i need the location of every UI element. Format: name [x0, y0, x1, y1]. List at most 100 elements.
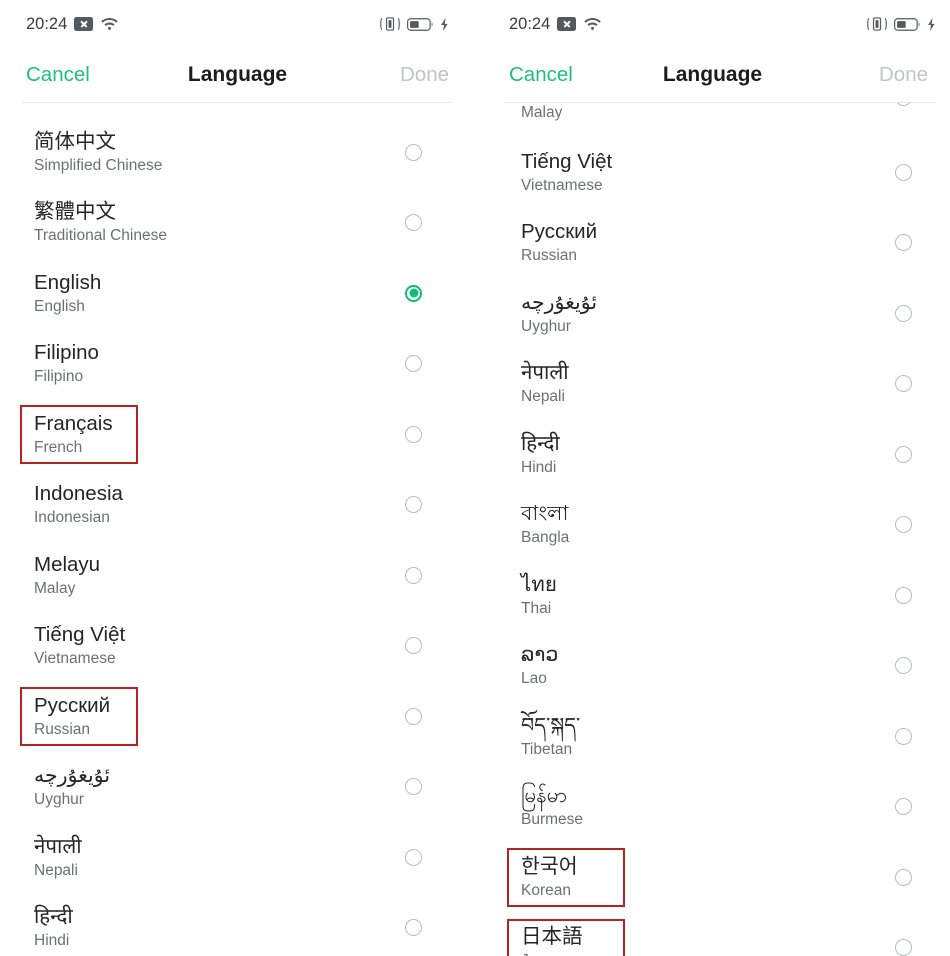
radio-button[interactable] [895, 586, 912, 604]
list-item[interactable]: 繁體中文 Traditional Chinese [0, 188, 475, 259]
list-item-english-label: Russian [34, 720, 90, 738]
radio-button[interactable] [895, 727, 912, 745]
phone-screen-right: 20:24 Cancel Language Done Malay Tiếng V… [475, 0, 950, 956]
list-item-english-label: Traditional Chinese [34, 227, 167, 245]
list-item[interactable]: नेपाली Nepali [475, 349, 950, 420]
vibrate-icon [866, 16, 888, 32]
radio-button[interactable] [405, 496, 422, 514]
list-item[interactable]: Tiếng Việt Vietnamese [0, 611, 475, 682]
list-item-labels: Tiếng Việt Vietnamese [34, 622, 125, 669]
list-item[interactable]: ئۇيغۇرچە Uyghur [0, 752, 475, 823]
cancel-button[interactable]: Cancel [26, 63, 90, 87]
language-list-left[interactable]: 简体中文 Simplified Chinese 繁體中文 Traditional Ch… [0, 103, 475, 956]
radio-button[interactable] [895, 939, 912, 956]
list-item[interactable]: हिन्दी Hindi [475, 419, 950, 490]
radio-button[interactable] [405, 778, 422, 796]
list-item[interactable]: ئۇيغۇرچە Uyghur [475, 278, 950, 349]
list-item-labels: বাংলা Bangla [521, 501, 569, 548]
radio-button[interactable] [405, 566, 422, 584]
list-item[interactable]: Melayu Malay [0, 540, 475, 611]
list-item[interactable]: ไทย Thai [475, 560, 950, 631]
list-item-native-label: Русский [34, 693, 111, 717]
list-item-labels: 日本語 Japanese [521, 924, 588, 956]
radio-button[interactable] [895, 445, 912, 463]
radio-button[interactable] [405, 919, 422, 937]
list-item[interactable]: Filipino Filipino [0, 329, 475, 400]
list-item-labels: ไทย Thai [521, 572, 557, 619]
list-item-native-label: ລາວ [521, 643, 559, 667]
radio-button[interactable] [405, 848, 422, 866]
status-bar-right [379, 16, 449, 32]
list-item-english-label: Indonesian [34, 509, 110, 527]
list-item[interactable]: 日本語 Japanese [475, 913, 950, 956]
list-item[interactable]: Français French [0, 399, 475, 470]
done-button[interactable]: Done [400, 63, 449, 87]
list-item-native-label: မြန်မာ [521, 784, 567, 808]
list-item[interactable]: Tiếng Việt Vietnamese [475, 137, 950, 208]
radio-button[interactable] [405, 707, 422, 725]
list-item[interactable]: Indonesia Indonesian [0, 470, 475, 541]
list-item-native-label: English [34, 270, 102, 294]
cancel-button[interactable]: Cancel [509, 63, 573, 87]
radio-button[interactable] [405, 355, 422, 373]
radio-button[interactable] [895, 234, 912, 252]
list-item[interactable]: Русский Russian [475, 208, 950, 279]
list-item-labels: हिन्दी Hindi [521, 431, 560, 478]
list-item-english-label: Uyghur [34, 791, 84, 809]
list-item[interactable]: 한국어 Korean [475, 842, 950, 913]
list-item[interactable]: བོད་སྐད་ Tibetan [475, 701, 950, 772]
radio-button[interactable] [895, 375, 912, 393]
done-button[interactable]: Done [879, 63, 928, 87]
status-clock: 20:24 [509, 14, 551, 33]
list-item[interactable]: English English [0, 258, 475, 329]
screenshot-pair: 20:24 Cancel Language Done 简体中文 Simplifi… [0, 0, 950, 956]
radio-button[interactable] [895, 163, 912, 181]
list-item-labels: हिन्दी Hindi [34, 904, 73, 951]
radio-button[interactable] [895, 516, 912, 534]
list-item[interactable]: বাংলা Bangla [475, 490, 950, 561]
radio-button[interactable] [405, 214, 422, 232]
list-item-partial[interactable]: Malay [475, 103, 950, 137]
list-item-english-label: Japanese [521, 951, 588, 956]
list-item-native-label: Indonesia [34, 482, 123, 506]
list-item-native-label: ไทย [521, 572, 557, 596]
list-item[interactable]: 简体中文 Simplified Chinese [0, 117, 475, 188]
list-item-labels: 简体中文 Simplified Chinese [34, 129, 162, 176]
list-item[interactable]: नेपाली Nepali [0, 822, 475, 893]
radio-button[interactable] [405, 143, 422, 161]
list-item[interactable]: हिन्दी Hindi [0, 893, 475, 956]
radio-button[interactable] [895, 304, 912, 322]
charging-bolt-icon [927, 17, 936, 32]
list-item-native-label: བོད་སྐད་ [521, 713, 581, 737]
mute-icon [557, 17, 577, 31]
list-item[interactable]: မြန်မာ Burmese [475, 772, 950, 843]
radio-button[interactable] [895, 868, 912, 886]
navigation-header: Cancel Language Done [0, 48, 475, 102]
list-item-native-label: ئۇيغۇرچە [521, 290, 598, 314]
list-item-native-label: 日本語 [521, 925, 583, 949]
radio-button[interactable] [405, 637, 422, 655]
list-item-labels: 한국어 Korean [521, 854, 578, 901]
list-item[interactable]: Русский Russian [0, 681, 475, 752]
list-item-native-label: नेपाली [521, 361, 569, 385]
list-item[interactable]: ລາວ Lao [475, 631, 950, 702]
charging-bolt-icon [440, 17, 449, 32]
vibrate-icon [379, 16, 401, 32]
list-item-english-label: Bangla [521, 529, 570, 547]
radio-button[interactable] [895, 798, 912, 816]
wifi-icon [583, 17, 602, 32]
language-list-right[interactable]: Tiếng Việt Vietnamese Русский Russian ئۇيغۇر… [475, 137, 950, 956]
list-item-labels: Tiếng Việt Vietnamese [521, 149, 612, 196]
list-item-labels: Filipino Filipino [34, 340, 99, 387]
radio-button[interactable] [895, 103, 912, 106]
radio-button[interactable] [895, 657, 912, 675]
list-item-native-label: বাংলা [521, 502, 569, 526]
radio-button[interactable] [405, 425, 422, 443]
list-item-english-label: Vietnamese [521, 176, 603, 194]
list-item-labels: नेपाली Nepali [521, 360, 569, 407]
list-item-english-label: Russian [521, 247, 577, 265]
list-item-english-label: Uyghur [521, 317, 571, 335]
list-item-labels: Français French [34, 411, 113, 458]
list-item-native-label: हिन्दी [521, 431, 560, 455]
radio-button-selected[interactable] [405, 284, 422, 302]
